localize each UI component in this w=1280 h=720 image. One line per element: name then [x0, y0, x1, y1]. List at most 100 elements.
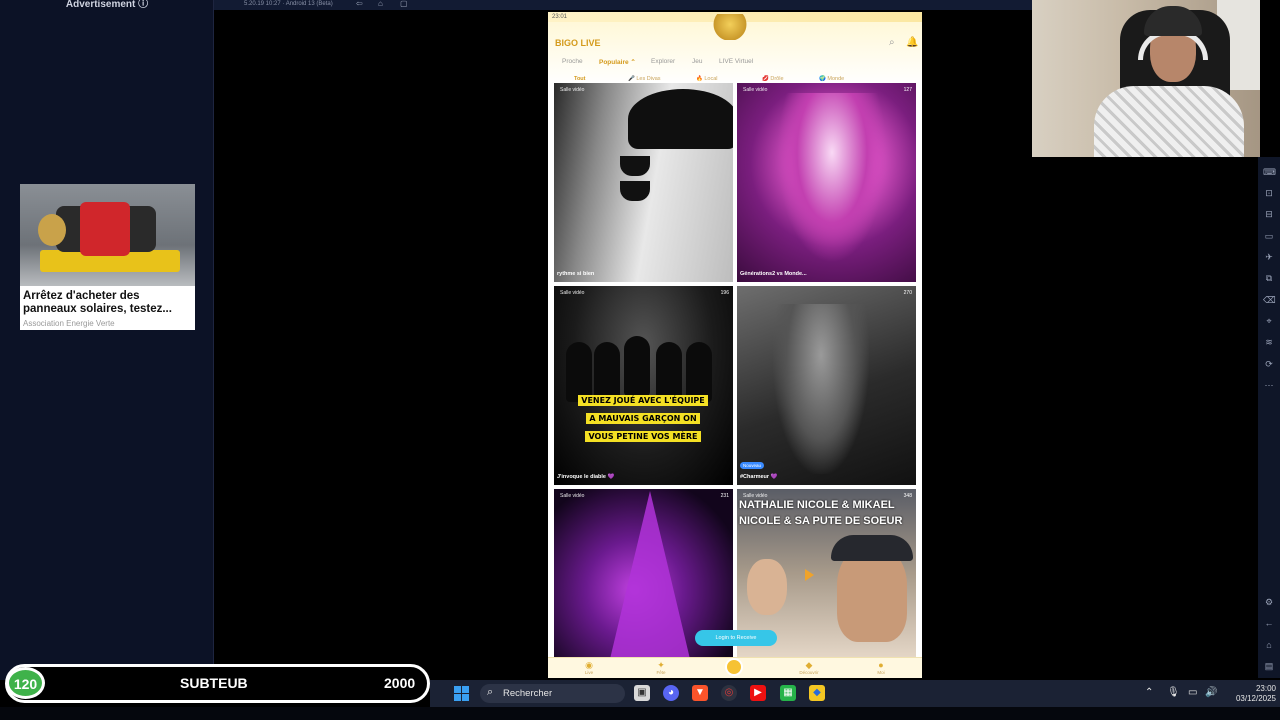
tile-tag: Salle vidéo	[560, 290, 585, 296]
sub-goal-current: 120	[6, 667, 45, 699]
folder-icon[interactable]: ▭	[1263, 230, 1275, 242]
search-icon: ⌕	[487, 686, 494, 698]
tile-tag: Salle vidéo	[743, 493, 768, 499]
ad-title[interactable]: Arrêtez d'acheter des panneaux solaires,…	[23, 290, 193, 316]
more-icon[interactable]: ⋯	[1263, 379, 1275, 391]
viewer-count: 348	[903, 493, 912, 499]
chip-tout[interactable]: Tout	[574, 76, 586, 82]
ad-image[interactable]	[20, 184, 195, 286]
live-tile[interactable]: VENEZ JOUÉ AVEC L'ÉQUIPE A MAUVAIS GARÇO…	[554, 286, 733, 485]
back-icon[interactable]: ←	[1263, 617, 1275, 629]
chip-local[interactable]: 🔥 Local	[696, 76, 718, 82]
webcam-feed	[1032, 0, 1260, 157]
nav-live[interactable]: ◉ Live	[574, 660, 604, 675]
volume-icon[interactable]: 🔊	[1205, 687, 1217, 698]
taskbar-clock[interactable]: 23:00 03/12/2025	[1222, 684, 1276, 704]
tile-overlay-text: NATHALIE NICOLE & MIKAEL NICOLE & SA PUT…	[739, 499, 903, 527]
live-tile[interactable]: Salle vidéo rythme si bien	[554, 83, 733, 282]
app-version: 5.20.19 10:27 · Android 13 (Beta)	[244, 1, 333, 7]
nav-label: Découvrir	[799, 670, 819, 675]
emulator-title-strip: 5.20.19 10:27 · Android 13 (Beta) ⇦ ⌂ ▢	[214, 0, 1034, 10]
file-explorer-icon[interactable]: ▣	[634, 685, 650, 701]
taskbar-search[interactable]: ⌕ Rechercher	[480, 684, 625, 703]
tile-tag: Salle vidéo	[560, 493, 585, 499]
new-badge: Nouveau	[740, 462, 765, 469]
brand-title: BIGO LIVE	[555, 38, 601, 48]
window-icon[interactable]: ▢	[400, 0, 408, 8]
location-icon[interactable]: ⌖	[1263, 315, 1275, 327]
tab-proche[interactable]: Proche	[562, 58, 583, 65]
recent-icon[interactable]: ▤	[1263, 660, 1275, 672]
ad-sidebar: Advertisement ⓘ Arrêtez d'acheter des pa…	[0, 0, 214, 680]
record-icon[interactable]: ⊟	[1263, 208, 1275, 220]
search-placeholder: Rechercher	[503, 688, 553, 699]
home-icon[interactable]: ⌂	[1263, 639, 1275, 651]
live-tile[interactable]: Salle vidéo 127 Générations2 vs Monde...	[737, 83, 916, 282]
discord-icon[interactable]: ◕	[663, 685, 679, 701]
discover-icon: ◆	[805, 660, 813, 670]
layers-icon[interactable]: ≋	[1263, 336, 1275, 348]
tab-populaire[interactable]: Populaire ⌃	[599, 58, 636, 66]
airplane-icon[interactable]: ✈	[1263, 251, 1275, 263]
nav-fete[interactable]: ✦ Fête	[646, 660, 676, 675]
mic-icon[interactable]: 🎙	[1167, 687, 1180, 698]
tile-name: #Charmeur 💜	[740, 474, 778, 480]
clock-date: 03/12/2025	[1235, 694, 1276, 703]
display-icon[interactable]: ▭	[1188, 687, 1197, 698]
windows-taskbar: ⌕ Rechercher ▣ ◕ ▼ ◎ ▶ ▦ ◆ ⌃ 🎙 ▭ 🔊 23:00…	[430, 680, 1280, 707]
nav-decouvrir[interactable]: ◆ Découvrir	[794, 660, 824, 675]
chip-monde[interactable]: 🌍 Monde	[819, 76, 844, 82]
live-tile[interactable]: 270 Nouveau #Charmeur 💜	[737, 286, 916, 485]
chevron-up-icon[interactable]: ⌃	[1145, 687, 1153, 698]
nav-tabs: Proche Populaire ⌃ Explorer Jeu LIVE Vir…	[548, 58, 922, 70]
phone-screen: 23:01 BIGO LIVE ⌕ 🔔 Proche Populaire ⌃ E…	[548, 12, 922, 678]
ad-card[interactable]: Arrêtez d'acheter des panneaux solaires,…	[20, 184, 195, 330]
home-icon[interactable]: ⌂	[378, 0, 383, 8]
tab-jeu[interactable]: Jeu	[692, 58, 702, 65]
nav-label: Moi	[877, 670, 885, 675]
clock-time: 23:00	[1255, 684, 1276, 693]
keyboard-icon[interactable]: ⌨	[1263, 166, 1276, 178]
resize-icon[interactable]: ⧉	[1263, 272, 1275, 284]
back-icon[interactable]: ⇦	[356, 0, 363, 8]
spreadsheet-icon[interactable]: ▦	[780, 685, 796, 701]
viewer-count: 231	[720, 493, 729, 499]
login-reward-button[interactable]: Login to Receive	[695, 630, 777, 646]
overlay-line: A MAUVAIS GARÇON ON	[586, 413, 700, 424]
party-icon: ✦	[657, 660, 665, 670]
sunglasses	[620, 156, 686, 201]
chip-drole[interactable]: 💋 Drôle	[762, 76, 784, 82]
chrome-icon[interactable]: ◎	[721, 685, 737, 701]
viewer-count: 270	[903, 290, 912, 296]
tab-live-virtuel[interactable]: LIVE Virtuel	[719, 58, 753, 65]
screenshot-icon[interactable]: ⊡	[1263, 187, 1275, 199]
start-button[interactable]	[454, 686, 469, 701]
nav-moi[interactable]: ● Moi	[866, 660, 896, 675]
sub-goal-label: SUBTEUB	[180, 675, 248, 691]
youtube-icon[interactable]: ▶	[750, 685, 766, 701]
settings-icon[interactable]: ⚙	[1263, 596, 1275, 608]
search-icon[interactable]: ⌕	[889, 37, 895, 48]
nav-label: Fête	[656, 670, 666, 675]
mouse-cursor	[805, 569, 814, 581]
tile-name: J'invoque le diable 💜	[557, 474, 615, 480]
brave-icon[interactable]: ▼	[692, 685, 708, 701]
tile-name: rythme si bien	[557, 271, 595, 277]
tab-explorer[interactable]: Explorer	[651, 58, 675, 65]
nav-label: Live	[584, 670, 594, 675]
bell-icon[interactable]: 🔔	[906, 37, 918, 48]
ad-source: Association Energie Verte	[23, 319, 115, 328]
tile-tag: Salle vidéo	[560, 87, 585, 93]
tile-name: Générations2 vs Monde...	[740, 271, 807, 277]
sync-icon[interactable]: ⟳	[1263, 358, 1275, 370]
bottom-nav: ◉ Live ✦ Fête ◆ Découvrir ● Moi	[548, 657, 922, 678]
bluestacks-icon[interactable]: ◆	[809, 685, 825, 701]
desktop-screen: Advertisement ⓘ Arrêtez d'acheter des pa…	[0, 0, 1280, 720]
tile-overlay-text: VENEZ JOUÉ AVEC L'ÉQUIPE A MAUVAIS GARÇO…	[578, 390, 708, 444]
chip-divas[interactable]: 🎤 Les Divas	[628, 76, 661, 82]
bottom-edge	[0, 707, 1280, 720]
crest-icon	[708, 14, 752, 40]
live-icon: ◉	[585, 660, 593, 670]
erase-icon[interactable]: ⌫	[1263, 294, 1276, 306]
center-action-button[interactable]	[725, 658, 743, 676]
